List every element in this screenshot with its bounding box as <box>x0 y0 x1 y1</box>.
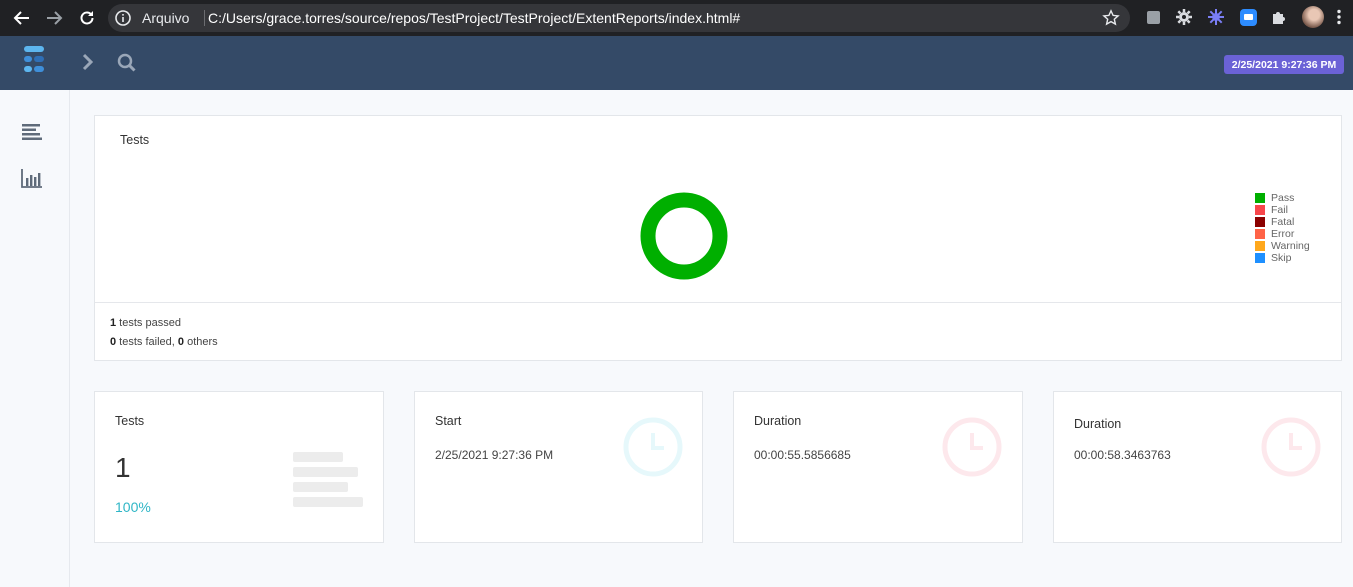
extent-logo-icon[interactable] <box>20 44 50 80</box>
duration-card-2: Duration 00:00:58.3463763 <box>1053 391 1342 543</box>
url-text[interactable]: C:/Users/grace.torres/source/repos/TestP… <box>208 10 740 26</box>
legend-swatch <box>1255 193 1265 203</box>
legend-item-warning[interactable]: Warning <box>1255 240 1310 252</box>
legend-swatch <box>1255 229 1265 239</box>
info-icon[interactable] <box>114 9 132 27</box>
extension-square-icon[interactable] <box>1144 8 1162 26</box>
legend-label: Warning <box>1271 240 1310 252</box>
zoom-extension-icon[interactable] <box>1239 8 1257 26</box>
legend-item-pass[interactable]: Pass <box>1255 192 1310 204</box>
back-arrow-icon <box>13 11 29 25</box>
legend-swatch <box>1255 205 1265 215</box>
reload-button[interactable] <box>75 6 99 30</box>
test-list-icon[interactable] <box>20 120 44 144</box>
chevron-right-icon[interactable] <box>80 52 96 72</box>
tests-pass-percent: 100% <box>115 499 151 515</box>
duration2-value: 00:00:58.3463763 <box>1074 448 1171 462</box>
placeholder-line <box>293 452 343 462</box>
snowflake-extension-icon[interactable] <box>1207 8 1225 26</box>
chart-legend: Pass Fail Fatal Error Warning Skip <box>1255 192 1310 264</box>
clock-icon <box>1261 417 1321 477</box>
tests-chart-card: Tests Pass Fail Fatal Error Warning Skip 1 te… <box>94 115 1342 361</box>
report-header: 2/25/2021 9:27:36 PM <box>0 36 1353 90</box>
chart-divider <box>95 302 1341 303</box>
dashboard-bar-chart-icon[interactable] <box>20 166 44 190</box>
others-text: others <box>184 336 218 348</box>
forward-button[interactable] <box>42 6 66 30</box>
summary-failed-others: 0 tests failed, 0 others <box>110 336 218 348</box>
placeholder-line <box>293 482 348 492</box>
side-nav <box>0 90 70 587</box>
legend-label: Error <box>1271 228 1295 240</box>
address-separator <box>204 10 205 26</box>
tests-count-value: 1 <box>115 452 131 483</box>
tests-card-title: Tests <box>115 414 145 428</box>
duration-value: 00:00:55.5856685 <box>754 448 851 462</box>
clock-icon <box>623 417 683 477</box>
start-time-card: Start 2/25/2021 9:27:36 PM <box>414 391 703 543</box>
legend-swatch <box>1255 217 1265 227</box>
browser-toolbar: Arquivo C:/Users/grace.torres/source/rep… <box>0 0 1353 36</box>
failed-text: tests failed, <box>116 336 178 348</box>
placeholder-line <box>293 467 358 477</box>
tests-count-card: Tests 1 100% <box>94 391 384 543</box>
start-time-value: 2/25/2021 9:27:36 PM <box>435 448 554 462</box>
legend-label: Fail <box>1271 204 1288 216</box>
legend-swatch <box>1255 253 1265 263</box>
address-bar[interactable]: Arquivo C:/Users/grace.torres/source/rep… <box>108 4 1130 32</box>
bookmark-star-icon[interactable] <box>1102 9 1120 27</box>
legend-item-fatal[interactable]: Fatal <box>1255 216 1310 228</box>
donut-slice-pass[interactable] <box>640 192 728 280</box>
legend-item-fail[interactable]: Fail <box>1255 204 1310 216</box>
report-date-badge: 2/25/2021 9:27:36 PM <box>1224 55 1344 74</box>
legend-label: Fatal <box>1271 216 1295 228</box>
clock-icon <box>942 417 1002 477</box>
profile-avatar[interactable] <box>1302 6 1324 28</box>
duration-card-title: Duration <box>754 414 802 428</box>
legend-label: Skip <box>1271 252 1292 264</box>
tests-chart-title: Tests <box>120 133 150 147</box>
browser-menu-icon[interactable] <box>1330 8 1348 26</box>
legend-item-skip[interactable]: Skip <box>1255 252 1310 264</box>
summary-passed: 1 tests passed <box>110 317 181 329</box>
passed-text: tests passed <box>116 317 181 329</box>
gear-extension-icon[interactable] <box>1175 8 1193 26</box>
puzzle-extensions-icon[interactable] <box>1270 8 1288 26</box>
legend-item-error[interactable]: Error <box>1255 228 1310 240</box>
tests-donut-chart <box>640 192 728 280</box>
legend-swatch <box>1255 241 1265 251</box>
placeholder-line <box>293 497 363 507</box>
duration-card: Duration 00:00:55.5856685 <box>733 391 1023 543</box>
legend-label: Pass <box>1271 192 1295 204</box>
site-label: Arquivo <box>142 10 190 26</box>
reload-icon <box>80 11 94 25</box>
search-icon[interactable] <box>116 52 138 74</box>
forward-arrow-icon <box>47 11 63 25</box>
duration2-card-title: Duration <box>1074 417 1122 431</box>
start-card-title: Start <box>435 414 462 428</box>
back-button[interactable] <box>10 6 34 30</box>
